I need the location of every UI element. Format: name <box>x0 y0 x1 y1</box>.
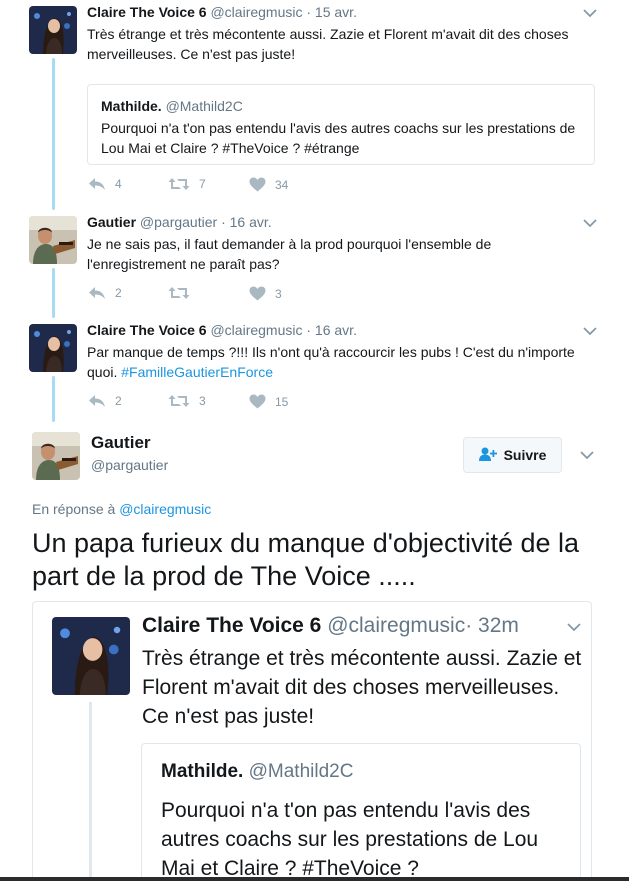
bottom-border <box>0 877 629 881</box>
reply-mention-link[interactable]: @clairegmusic <box>119 501 211 517</box>
author-name[interactable]: Claire The Voice 6 <box>87 4 207 20</box>
tweet-text: Je ne sais pas, il faut demander à la pr… <box>87 236 492 272</box>
main-author-handle[interactable]: @pargautier <box>91 457 168 473</box>
author-name[interactable]: Gautier <box>87 214 136 230</box>
embed-author-handle: @clairegmusic <box>327 614 466 637</box>
tweet-time[interactable]: · 15 avr. <box>306 4 357 20</box>
quote-header: Mathilde. @Mathild2C <box>101 98 243 114</box>
reply-prefix: En réponse à <box>32 501 116 517</box>
reply-count: 2 <box>115 394 122 408</box>
retweet-count: 7 <box>199 177 206 191</box>
thread-tweet[interactable]: Gautier @pargautier · 16 avr. Je ne sais… <box>0 210 629 310</box>
embed-quote-text: Pourquoi n'a t'on pas entendu l'avis des… <box>161 799 539 880</box>
quote-author-handle: @Mathild2C <box>165 98 243 114</box>
reply-button[interactable]: 2 <box>88 394 122 408</box>
reply-icon <box>88 286 106 300</box>
like-button[interactable]: 15 <box>249 394 288 409</box>
embed-quoted-tweet: Mathilde. @Mathild2C Pourquoi n'a t'on p… <box>141 743 581 881</box>
embed-quote-author-name: Mathilde. <box>161 761 244 782</box>
avatar[interactable] <box>29 324 77 372</box>
embed-quote-header: Mathilde. @Mathild2C <box>161 761 353 783</box>
embed-quote-author-handle: @Mathild2C <box>248 761 354 782</box>
retweet-button[interactable]: 7 <box>168 177 206 191</box>
like-count: 15 <box>275 394 289 409</box>
author-handle[interactable]: @pargautier <box>140 214 217 230</box>
embed-avatar <box>52 617 130 695</box>
avatar[interactable] <box>32 432 80 480</box>
embed-text: Très étrange et très mécontente aussi. Z… <box>142 647 582 728</box>
reply-count: 2 <box>115 286 122 300</box>
retweet-count: 3 <box>199 394 206 408</box>
heart-icon <box>249 394 266 409</box>
retweet-icon <box>168 286 190 300</box>
embedded-tweet-card[interactable]: Claire The Voice 6 @clairegmusic· 32m Tr… <box>32 601 592 881</box>
follow-label: Suivre <box>503 447 547 463</box>
reply-count: 4 <box>115 177 122 191</box>
heart-icon <box>249 286 266 301</box>
author-name[interactable]: Claire The Voice 6 <box>87 322 207 338</box>
tweet-text: Très étrange et très mécontente aussi. Z… <box>87 26 569 62</box>
reply-button[interactable]: 2 <box>88 286 122 300</box>
chevron-down-icon[interactable] <box>580 451 594 460</box>
chevron-down-icon[interactable] <box>583 327 597 336</box>
hashtag-link[interactable]: #FamilleGautierEnForce <box>121 364 273 380</box>
tweet-header: Gautier @pargautier · 16 avr. <box>87 214 272 230</box>
reply-context: En réponse à @clairegmusic <box>32 501 211 517</box>
tweet-text: Par manque de temps ?!!! Ils n'ont qu'à … <box>87 342 592 382</box>
follow-icon <box>478 447 497 464</box>
avatar[interactable] <box>29 6 77 54</box>
main-tweet-text: Un papa furieux du manque d'objectivité … <box>32 528 580 591</box>
chevron-down-icon[interactable] <box>583 219 597 228</box>
heart-icon <box>249 177 266 192</box>
thread-tweet[interactable]: Claire The Voice 6 @clairegmusic · 15 av… <box>0 0 629 205</box>
avatar[interactable] <box>29 216 77 264</box>
author-handle[interactable]: @clairegmusic <box>210 4 302 20</box>
follow-button[interactable]: Suivre <box>463 437 562 473</box>
chevron-down-icon <box>567 623 581 632</box>
quoted-tweet[interactable]: Mathilde. @Mathild2C Pourquoi n'a t'on p… <box>87 84 595 165</box>
embed-author-name: Claire The Voice 6 <box>142 614 322 637</box>
tweet-time[interactable]: · 16 avr. <box>306 322 357 338</box>
reply-icon <box>88 394 106 408</box>
author-handle[interactable]: @clairegmusic <box>210 322 302 338</box>
reply-button[interactable]: 4 <box>88 177 122 191</box>
like-button[interactable]: 3 <box>249 286 282 301</box>
retweet-icon <box>168 177 190 191</box>
thread-tweet[interactable]: Claire The Voice 6 @clairegmusic · 16 av… <box>0 318 629 418</box>
embed-time: · 32m <box>465 614 519 637</box>
like-button[interactable]: 34 <box>249 177 288 192</box>
retweet-icon <box>168 394 190 408</box>
chevron-down-icon[interactable] <box>583 9 597 18</box>
retweet-button[interactable]: 3 <box>168 394 206 408</box>
quote-author-name: Mathilde. <box>101 98 162 114</box>
like-count: 3 <box>275 286 282 301</box>
retweet-button[interactable] <box>168 286 199 300</box>
embed-thread-line <box>89 702 92 881</box>
embed-header: Claire The Voice 6 @clairegmusic· 32m <box>142 614 519 638</box>
tweet-header: Claire The Voice 6 @clairegmusic · 15 av… <box>87 4 357 20</box>
like-count: 34 <box>275 177 289 192</box>
tweet-header: Claire The Voice 6 @clairegmusic · 16 av… <box>87 322 357 338</box>
main-author-name[interactable]: Gautier <box>91 433 151 453</box>
tweet-time[interactable]: · 16 avr. <box>221 214 272 230</box>
reply-icon <box>88 177 106 191</box>
quote-text: Pourquoi n'a t'on pas entendu l'avis des… <box>101 120 576 156</box>
